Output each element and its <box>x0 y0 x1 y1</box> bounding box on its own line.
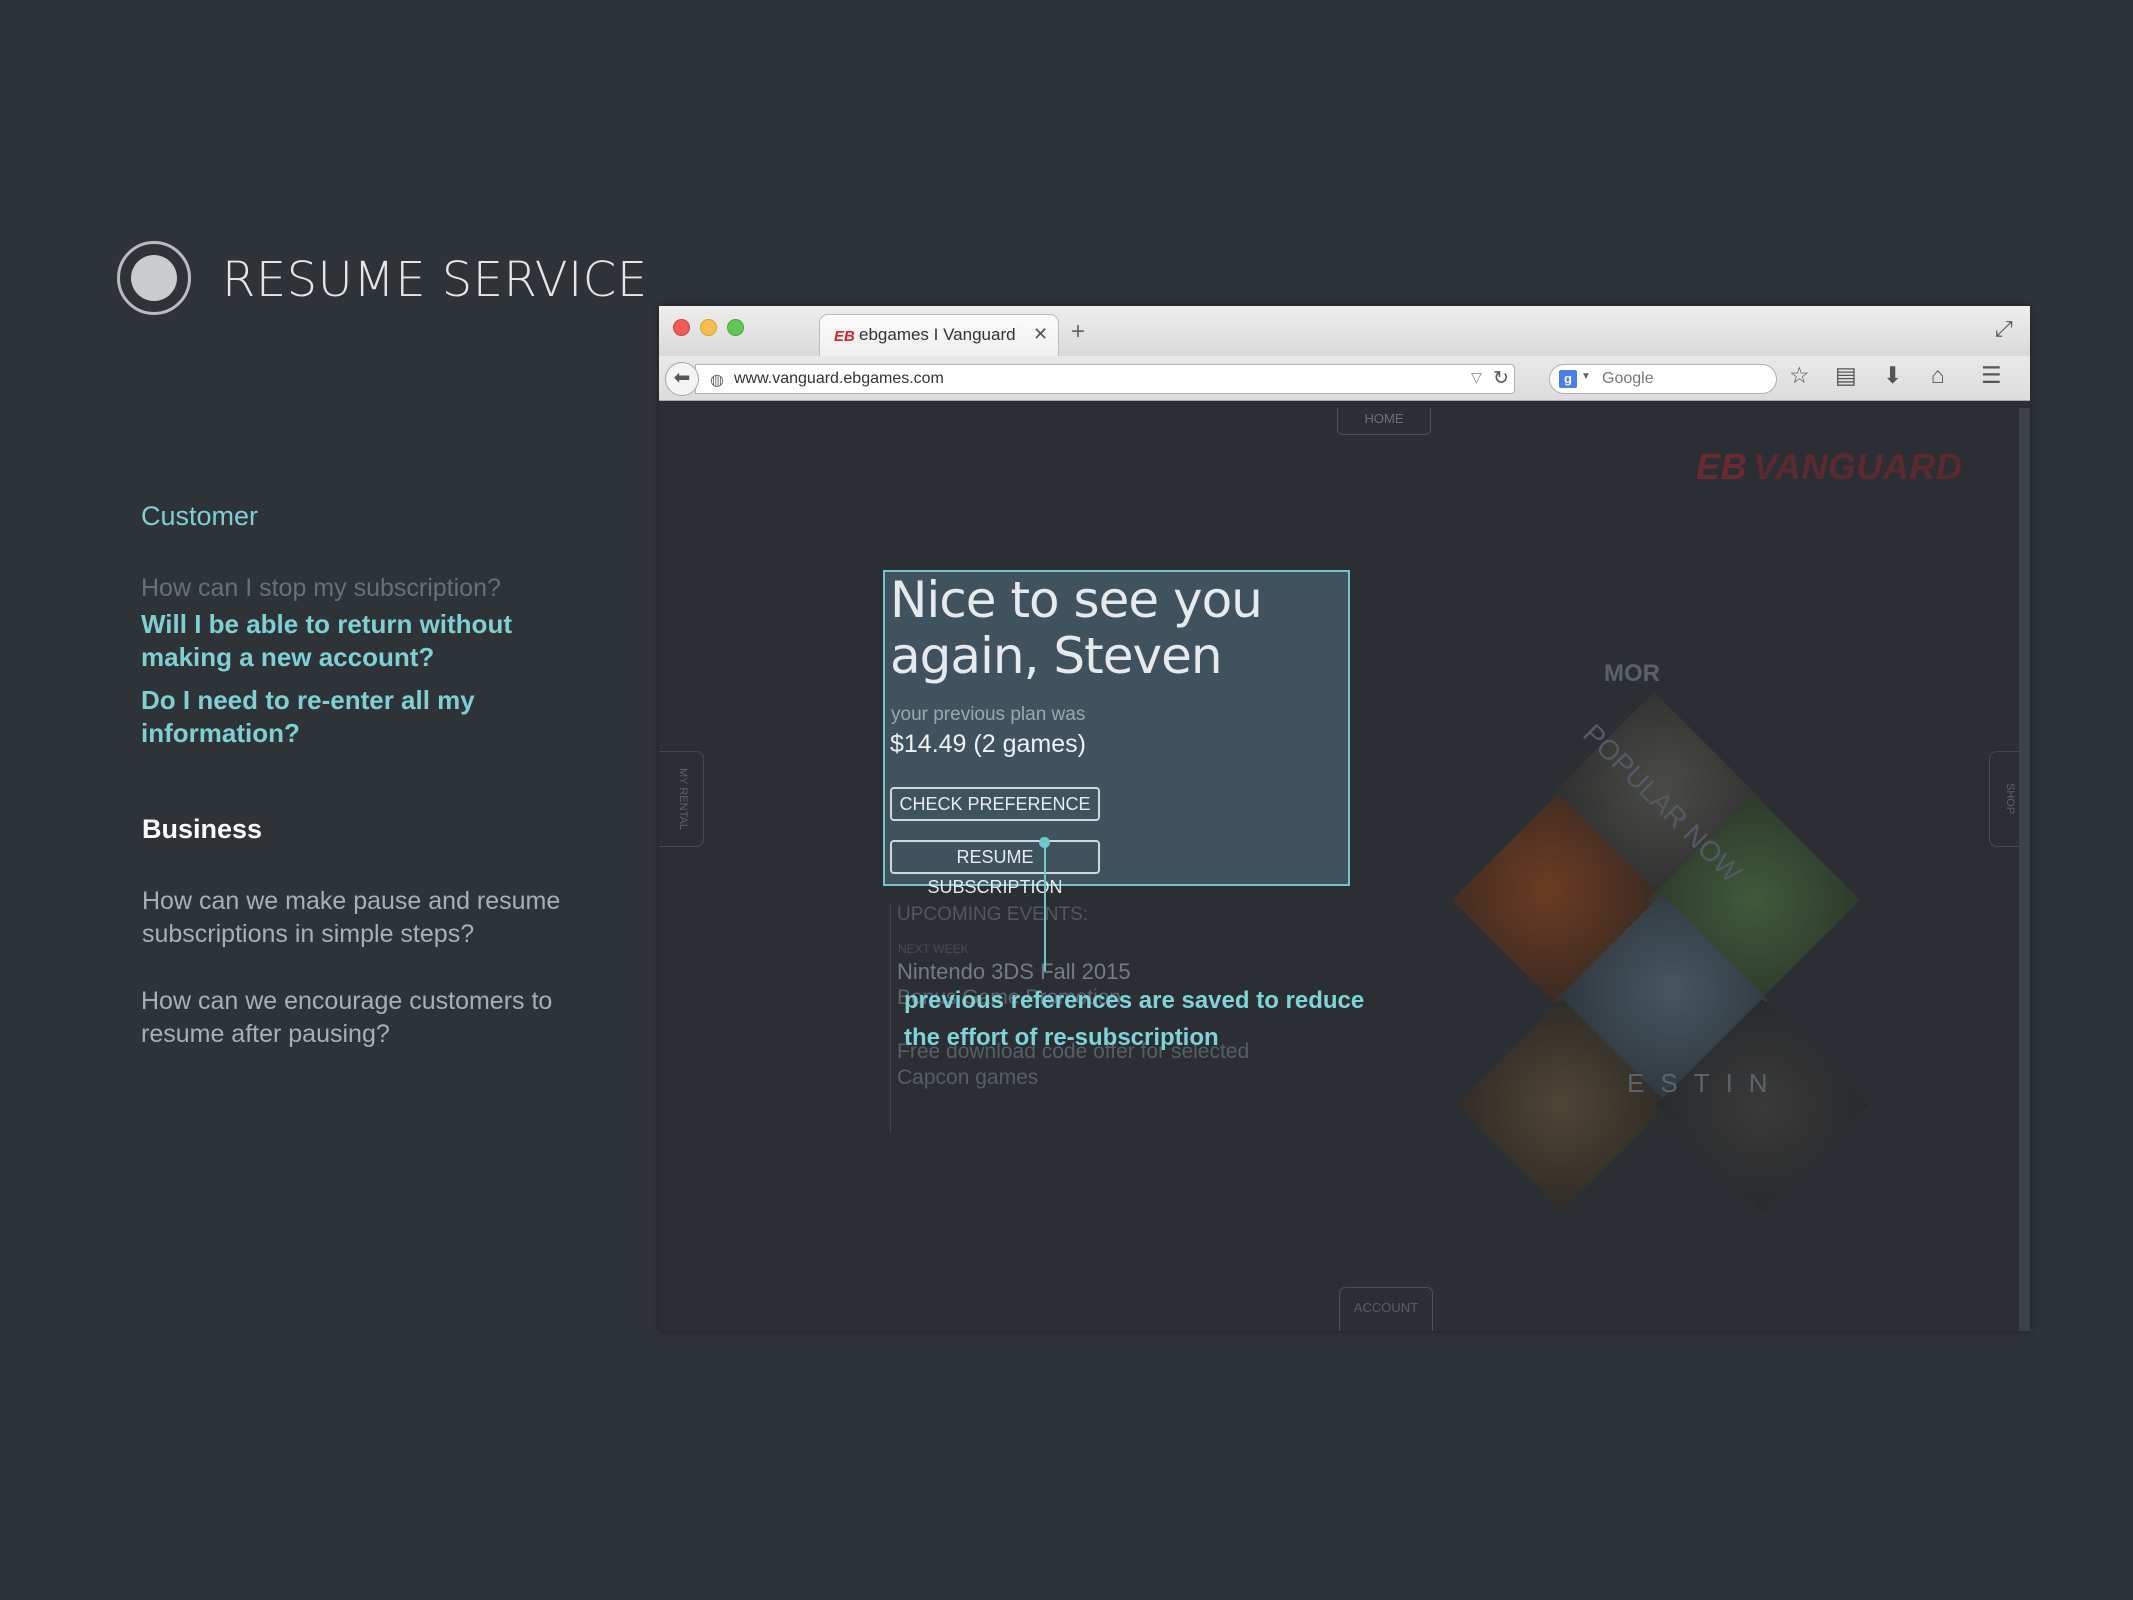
url-bar[interactable]: ◍ www.vanguard.ebgames.com ▽ ↻ <box>695 364 1515 394</box>
tab-title: ebgames I Vanguard <box>859 325 1016 344</box>
download-icon[interactable]: ⬇ <box>1883 362 1902 389</box>
window-maximize-button[interactable] <box>727 319 744 336</box>
star-icon[interactable]: ☆ <box>1789 362 1810 389</box>
radio-circle-icon <box>117 241 191 315</box>
vanguard-logo: EB VANGUARD <box>1696 446 1962 488</box>
business-heading: Business <box>142 814 263 844</box>
page-scroll-edge <box>2019 408 2030 1331</box>
business-question: How can we make pause and resume subscri… <box>142 887 561 948</box>
window-close-button[interactable] <box>673 319 690 336</box>
popular-now-grid: POPULAR NOW <box>1379 618 1869 1212</box>
back-button[interactable]: ⬅ <box>665 362 699 396</box>
chevron-down-icon[interactable]: ▽ <box>1471 369 1482 386</box>
search-placeholder: Google <box>1602 370 1654 387</box>
side-tab-shop[interactable]: SHOP <box>1989 751 2019 847</box>
customer-question: Will I be able to return without making … <box>141 609 512 672</box>
brand-name: VANGUARD <box>1753 446 1963 487</box>
welcome-card: Nice to see you again, Steven your previ… <box>883 570 1350 897</box>
customer-question: How can I stop my subscription? <box>141 574 501 602</box>
browser-navbar: ◍ www.vanguard.ebgames.com ▽ ↻ ⬅ g ▼ Goo… <box>659 356 2030 401</box>
resume-subscription-button[interactable]: RESUME SUBSCRIPTION <box>890 840 1100 897</box>
search-input[interactable]: g ▼ Google <box>1549 364 1777 394</box>
annotation-line <box>1044 841 1046 971</box>
side-tab-label: MY RENTAL <box>677 768 689 830</box>
browser-window: EB ebgames I Vanguard ✕ + ⤢ ◍ www.vangua… <box>659 306 2030 1331</box>
welcome-heading: Nice to see you again, Steven <box>890 571 1263 685</box>
window-minimize-button[interactable] <box>700 319 717 336</box>
previous-plan-label: your previous plan was <box>891 704 1086 725</box>
game-tile-title: ESTIN <box>1627 1068 1784 1098</box>
chevron-down-icon[interactable]: ▼ <box>1581 371 1591 382</box>
check-preference-button[interactable]: CHECK PREFERENCE <box>890 787 1100 821</box>
slide-title: RESUME SERVICE <box>222 252 648 308</box>
globe-icon: ◍ <box>710 372 724 389</box>
eb-logo-mark: EB <box>1696 446 1748 487</box>
customer-heading: Customer <box>141 501 259 531</box>
side-tab-my-rental[interactable]: MY RENTAL <box>659 751 704 847</box>
google-icon: g <box>1559 370 1577 388</box>
ebgames-favicon-icon: EB <box>834 328 855 345</box>
side-tab-label: SHOP <box>2004 783 2016 815</box>
new-tab-icon[interactable]: + <box>1071 318 1085 346</box>
fullscreen-icon[interactable]: ⤢ <box>1995 316 2013 342</box>
reader-icon[interactable]: ▤ <box>1835 362 1857 389</box>
customer-question: Do I need to re-enter all my information… <box>141 685 475 748</box>
events-when: NEXT WEEK <box>898 942 969 956</box>
game-tile-title: MOR <box>1604 660 1660 687</box>
hamburger-menu-icon[interactable]: ☰ <box>1981 362 2002 389</box>
business-question: How can we encourage customers to resume… <box>141 987 553 1048</box>
close-icon[interactable]: ✕ <box>1033 324 1048 345</box>
nav-home-tab[interactable]: HOME <box>1337 408 1431 435</box>
browser-tab[interactable]: EB ebgames I Vanguard ✕ <box>819 314 1059 356</box>
previous-plan-value: $14.49 (2 games) <box>890 730 1086 758</box>
home-icon[interactable]: ⌂ <box>1931 362 1945 389</box>
reload-icon[interactable]: ↻ <box>1493 367 1509 390</box>
url-text[interactable]: www.vanguard.ebgames.com <box>734 370 944 388</box>
web-page: HOME ACCOUNT MY RENTAL SHOP EB VANGUARD P… <box>659 408 2019 1331</box>
nav-account-tab[interactable]: ACCOUNT <box>1339 1287 1433 1331</box>
annotation-text: previous references are saved to reduce … <box>904 987 1365 1051</box>
events-title: UPCOMING EVENTS: <box>897 904 1089 925</box>
back-arrow-icon: ⬅ <box>673 367 691 389</box>
browser-titlebar: EB ebgames I Vanguard ✕ + ⤢ <box>659 306 2030 357</box>
annotation-dot <box>1039 837 1050 848</box>
